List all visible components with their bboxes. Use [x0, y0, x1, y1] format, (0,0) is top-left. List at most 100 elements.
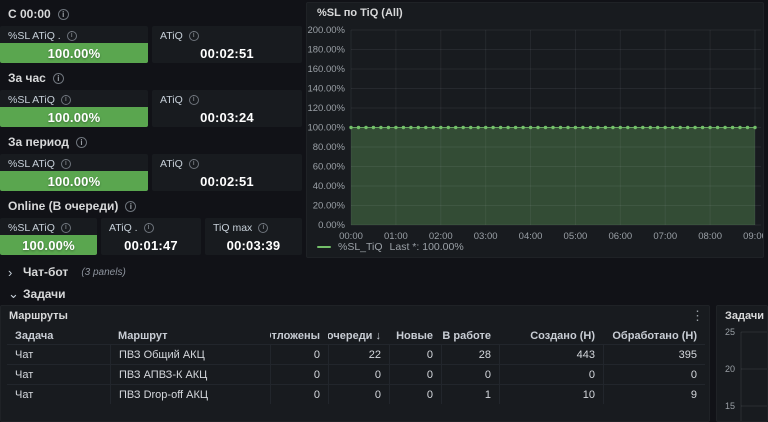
stat-panel-sl-atiq-period[interactable]: %SL ATiQ i 100.00%	[0, 154, 148, 191]
info-icon[interactable]: i	[143, 223, 154, 233]
info-icon[interactable]: i	[60, 159, 71, 169]
cell-processed: 395	[603, 345, 705, 364]
stat-title: %SL ATiQ	[8, 158, 55, 170]
row-header-from-start[interactable]: С 00:00 i	[8, 5, 69, 23]
row-header-label: За час	[8, 71, 46, 85]
cell-in-progress: 28	[441, 345, 499, 364]
svg-text:20: 20	[725, 364, 735, 374]
row-header-label: С 00:00	[8, 7, 51, 21]
stat-title: TiQ max	[213, 222, 253, 234]
legend-series-swatch	[317, 245, 331, 249]
stat-panel-sl-atiq-online[interactable]: %SL ATiQ i 100.00%	[0, 218, 97, 255]
info-icon[interactable]: i	[66, 31, 77, 41]
svg-text:180.00%: 180.00%	[307, 45, 345, 56]
svg-text:08:00: 08:00	[698, 231, 722, 242]
stat-panel-atiq-online[interactable]: ATiQ . i 00:01:47	[101, 218, 201, 255]
row-header-online[interactable]: Online (В очереди) i	[8, 197, 137, 215]
table-header-row: Задача Маршрут Отложены В очереди ↓ Новы…	[7, 327, 705, 344]
info-icon[interactable]: i	[75, 136, 87, 148]
stat-panel-atiq-start[interactable]: ATiQ i 00:02:51	[152, 26, 302, 63]
stat-value: 100.00%	[0, 235, 97, 255]
stat-value: 100.00%	[0, 43, 148, 63]
panel-sl-tiq-chart: %SL по TiQ (All) 200.00% 180.00% 160.00% 14…	[306, 2, 764, 258]
svg-text:60.00%: 60.00%	[313, 162, 346, 173]
legend-item-sl-tiq[interactable]: %SL_TiQ Last *: 100.00%	[317, 241, 464, 253]
svg-text:09:00: 09:00	[743, 231, 764, 242]
stat-value: 00:03:24	[200, 109, 254, 125]
panel-tasks-chart: Задачи (All 25 20 15	[716, 305, 768, 422]
row-header-hour[interactable]: За час i	[8, 69, 64, 87]
svg-text:120.00%: 120.00%	[307, 103, 345, 114]
tasks-chart-plot[interactable]: 25 20 15	[717, 324, 768, 422]
cell-processed: 9	[603, 385, 705, 404]
column-header-created[interactable]: Создано (Н)	[499, 327, 603, 344]
stat-panel-sl-atiq-hour[interactable]: %SL ATiQ i 100.00%	[0, 90, 148, 127]
info-icon[interactable]: i	[188, 159, 199, 169]
cell-route: ПВЗ Общий АКЦ	[110, 345, 270, 364]
stat-value: 00:02:51	[200, 45, 254, 61]
chart-title[interactable]: %SL по TiQ (All)	[317, 7, 403, 19]
info-icon[interactable]: i	[60, 223, 71, 233]
svg-text:03:00: 03:00	[474, 231, 498, 242]
column-header-deferred[interactable]: Отложены	[270, 327, 328, 344]
routes-table-title[interactable]: Маршруты	[9, 310, 68, 322]
cell-created: 10	[499, 385, 603, 404]
routes-table: Задача Маршрут Отложены В очереди ↓ Новы…	[7, 327, 705, 404]
cell-in-queue: 0	[328, 385, 389, 404]
stat-value: 00:03:39	[226, 237, 281, 253]
info-icon[interactable]: i	[52, 72, 64, 84]
svg-text:06:00: 06:00	[608, 231, 632, 242]
info-icon[interactable]: i	[258, 223, 269, 233]
svg-text:05:00: 05:00	[564, 231, 588, 242]
stat-value: 00:02:51	[200, 173, 254, 189]
stat-title: ATiQ	[160, 158, 183, 170]
row-header-chatbot[interactable]: › Чат-бот (3 panels)	[8, 263, 126, 281]
column-header-task[interactable]: Задача	[7, 327, 110, 344]
svg-text:200.00%: 200.00%	[307, 25, 345, 36]
info-icon[interactable]: i	[60, 95, 71, 105]
column-header-in-progress[interactable]: В работе	[441, 327, 499, 344]
stat-panel-atiq-period[interactable]: ATiQ i 00:02:51	[152, 154, 302, 191]
cell-task: Чат	[15, 368, 34, 381]
stat-title: ATiQ .	[109, 222, 138, 234]
cell-in-queue: 22	[328, 345, 389, 364]
column-header-route[interactable]: Маршрут	[110, 327, 270, 344]
row-header-label: Задачи	[23, 287, 66, 301]
stat-title: %SL ATiQ .	[8, 30, 61, 42]
column-header-new[interactable]: Новые	[389, 327, 441, 344]
cell-created: 0	[499, 365, 603, 384]
svg-text:07:00: 07:00	[653, 231, 677, 242]
stat-panel-sl-atiq-start[interactable]: %SL ATiQ . i 100.00%	[0, 26, 148, 63]
cell-route: ПВЗ АПВЗ-К АКЦ	[110, 365, 270, 384]
info-icon[interactable]: i	[125, 200, 137, 212]
panel-routes-table: Маршруты ⋮ Задача Маршрут Отложены В оче…	[0, 305, 710, 422]
tasks-chart-title[interactable]: Задачи (All	[725, 310, 767, 322]
row-header-tasks[interactable]: ⌄ Задачи	[8, 285, 66, 303]
cell-route: ПВЗ Drop-off АКЦ	[110, 385, 270, 404]
table-row[interactable]: Чат ПВЗ АПВЗ-К АКЦ 0 0 0 0 0 0	[7, 364, 705, 384]
table-row[interactable]: Чат ПВЗ Drop-off АКЦ 0 0 0 1 10 9	[7, 384, 705, 404]
info-icon[interactable]: i	[188, 95, 199, 105]
stat-panel-atiq-hour[interactable]: ATiQ i 00:03:24	[152, 90, 302, 127]
svg-text:25: 25	[725, 327, 735, 337]
column-header-processed[interactable]: Обработано (Н)	[603, 327, 705, 344]
stat-panel-tiq-max[interactable]: TiQ max i 00:03:39	[205, 218, 302, 255]
cell-in-queue: 0	[328, 365, 389, 384]
svg-text:04:00: 04:00	[519, 231, 543, 242]
chevron-down-icon: ⌄	[8, 286, 19, 301]
panel-menu-icon[interactable]: ⋮	[691, 309, 704, 322]
sl-tiq-chart-plot[interactable]: 200.00% 180.00% 160.00% 140.00% 120.00% 100.0…	[307, 20, 764, 258]
info-icon[interactable]: i	[57, 8, 69, 20]
svg-text:0.00%: 0.00%	[318, 220, 345, 231]
svg-text:100.00%: 100.00%	[307, 123, 345, 134]
table-row[interactable]: Чат ПВЗ Общий АКЦ 0 22 0 28 443 395	[7, 344, 705, 364]
row-header-period[interactable]: За период i	[8, 133, 87, 151]
cell-in-progress: 0	[441, 365, 499, 384]
svg-text:15: 15	[725, 401, 735, 411]
row-header-label: Чат-бот	[23, 265, 69, 279]
stat-title: ATiQ	[160, 94, 183, 106]
cell-deferred: 0	[270, 345, 328, 364]
column-header-in-queue-sorted[interactable]: В очереди ↓	[328, 327, 389, 344]
info-icon[interactable]: i	[188, 31, 199, 41]
svg-text:140.00%: 140.00%	[307, 84, 345, 95]
